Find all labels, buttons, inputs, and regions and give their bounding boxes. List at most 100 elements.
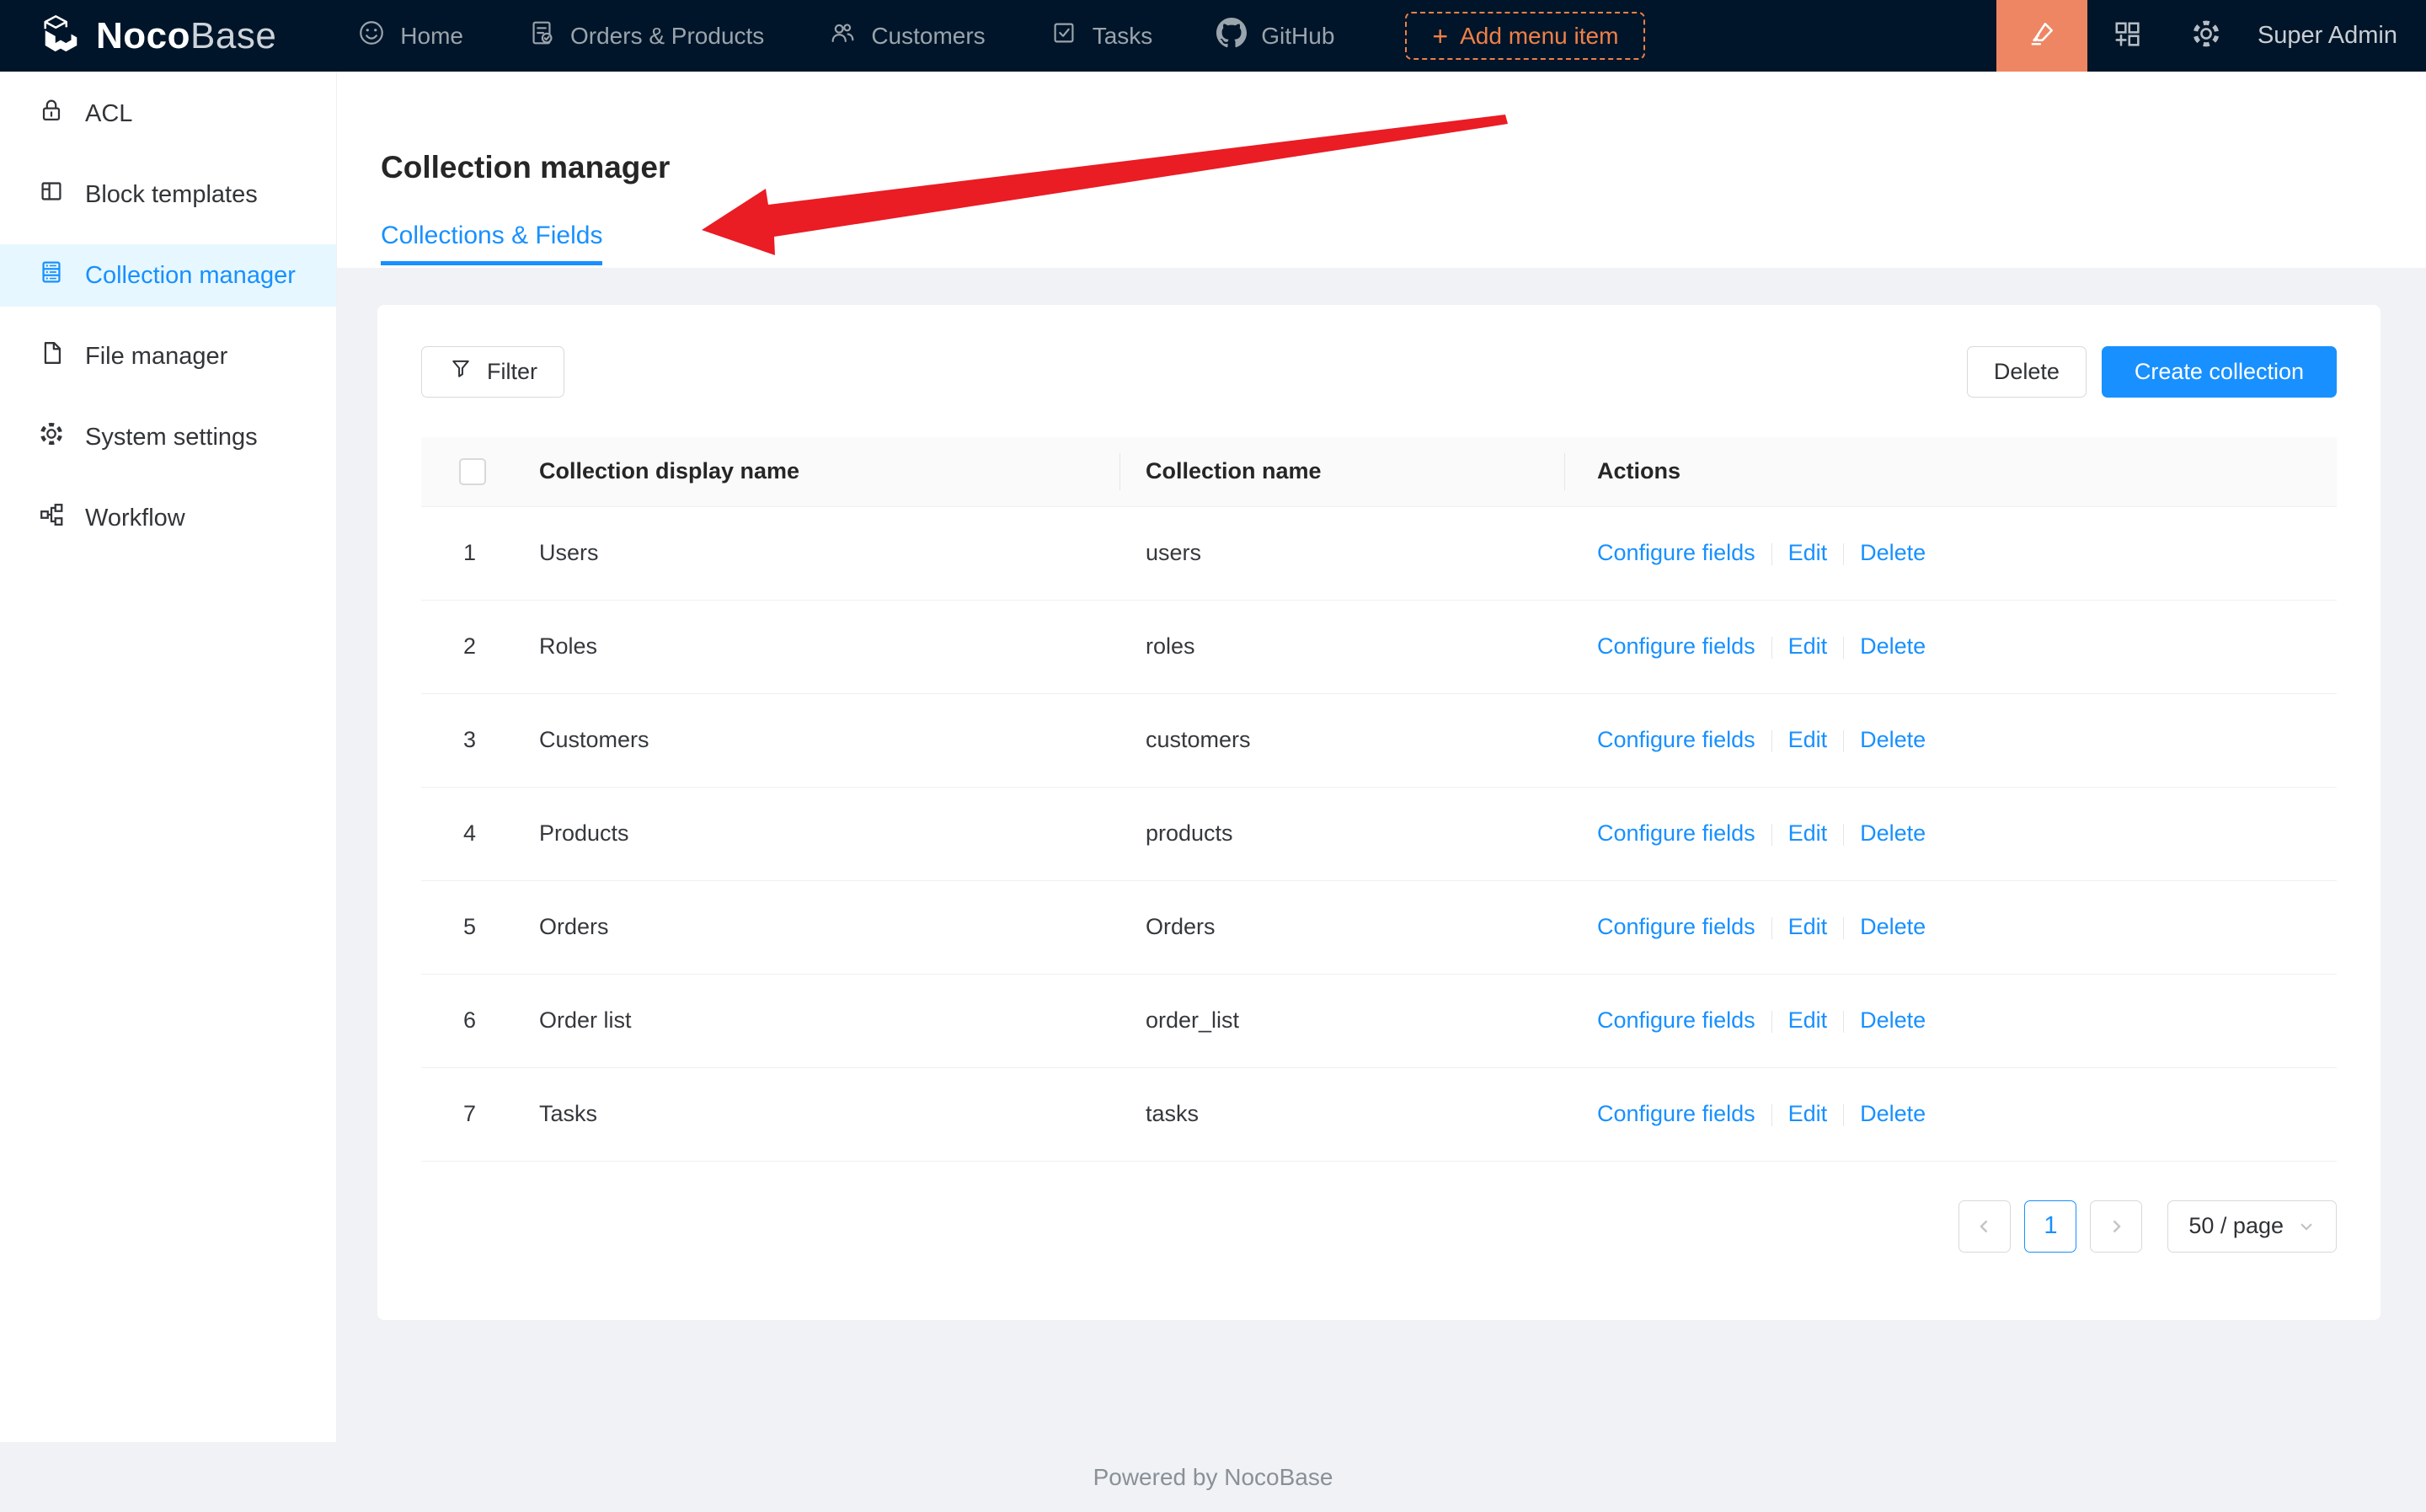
filter-button[interactable]: Filter: [421, 346, 564, 398]
configure-fields-link[interactable]: Configure fields: [1597, 1101, 1755, 1126]
delete-link[interactable]: Delete: [1860, 540, 1926, 565]
column-header-display-name: Collection display name: [539, 437, 1120, 506]
settings-button[interactable]: [2167, 0, 2246, 72]
previous-page-button[interactable]: [1958, 1200, 2011, 1253]
file-icon: [37, 339, 66, 374]
action-divider: [1843, 1011, 1844, 1033]
action-divider: [1771, 1104, 1772, 1126]
action-divider: [1771, 637, 1772, 659]
action-divider: [1843, 1104, 1844, 1126]
action-divider: [1843, 543, 1844, 565]
delete-link[interactable]: Delete: [1860, 1101, 1926, 1126]
plus-icon: +: [1432, 23, 1448, 50]
delete-link[interactable]: Delete: [1860, 727, 1926, 752]
database-icon: [37, 258, 66, 293]
nocobase-logo[interactable]: NocoBase: [0, 0, 325, 72]
plugin-manager-button[interactable]: [2087, 0, 2167, 72]
table-row: 2 Roles roles Configure fieldsEditDelete: [421, 600, 2337, 693]
sidebar-item-acl[interactable]: ACL: [0, 83, 336, 145]
create-collection-label: Create collection: [2135, 359, 2304, 385]
sidebar-item-label: Workflow: [85, 505, 185, 532]
chevron-right-icon: [2106, 1216, 2126, 1237]
configure-fields-link[interactable]: Configure fields: [1597, 820, 1755, 846]
menu-item-customers[interactable]: Customers: [796, 0, 1017, 72]
action-divider: [1771, 1011, 1772, 1033]
menu-item-orders-products[interactable]: Orders & Products: [495, 0, 796, 72]
edit-link[interactable]: Edit: [1788, 727, 1828, 752]
action-divider: [1771, 824, 1772, 846]
row-index: 7: [421, 1067, 539, 1161]
action-divider: [1843, 824, 1844, 846]
top-navbar: NocoBase Home: [0, 0, 2426, 72]
configure-fields-link[interactable]: Configure fields: [1597, 633, 1755, 659]
sidebar-item-label: Block templates: [85, 181, 258, 209]
user-menu[interactable]: Super Admin: [2246, 22, 2426, 50]
page-size-select[interactable]: 50 / page: [2167, 1200, 2337, 1253]
delete-link[interactable]: Delete: [1860, 1007, 1926, 1033]
add-menu-item-button[interactable]: + Add menu item: [1405, 12, 1645, 60]
smile-icon: [357, 19, 386, 53]
configure-fields-link[interactable]: Configure fields: [1597, 727, 1755, 752]
create-collection-button[interactable]: Create collection: [2102, 346, 2337, 398]
edit-link[interactable]: Edit: [1788, 820, 1828, 846]
table-toolbar: Filter Delete Create collection: [421, 346, 2337, 398]
menu-item-label: Home: [400, 23, 463, 50]
team-icon: [828, 19, 857, 53]
delete-link[interactable]: Delete: [1860, 914, 1926, 939]
check-square-icon: [1050, 19, 1078, 53]
sidebar-item-label: ACL: [85, 100, 132, 128]
cell-collection-name: tasks: [1120, 1067, 1565, 1161]
action-divider: [1843, 730, 1844, 752]
edit-link[interactable]: Edit: [1788, 633, 1828, 659]
column-header-actions: Actions: [1565, 437, 2337, 506]
table-row: 7 Tasks tasks Configure fieldsEditDelete: [421, 1067, 2337, 1161]
delete-button[interactable]: Delete: [1967, 346, 2087, 398]
sidebar-item-workflow[interactable]: Workflow: [0, 487, 336, 549]
cell-collection-name: order_list: [1120, 974, 1565, 1067]
select-all-checkbox[interactable]: [459, 458, 486, 485]
sidebar-item-label: Collection manager: [85, 262, 296, 290]
page-title: Collection manager: [381, 72, 2426, 186]
gear-icon: [37, 419, 66, 455]
sidebar-item-file-manager[interactable]: File manager: [0, 325, 336, 387]
edit-link[interactable]: Edit: [1788, 540, 1828, 565]
add-menu-item-label: Add menu item: [1460, 23, 1618, 50]
ui-editor-button[interactable]: [1996, 0, 2087, 72]
nocobase-cube-icon: [39, 12, 83, 60]
lock-icon: [37, 96, 66, 131]
cell-display-name: Customers: [539, 693, 1120, 787]
configure-fields-link[interactable]: Configure fields: [1597, 540, 1755, 565]
next-page-button[interactable]: [2090, 1200, 2142, 1253]
sidebar-item-label: System settings: [85, 424, 258, 451]
sidebar-item-collection-manager[interactable]: Collection manager: [0, 244, 336, 307]
edit-link[interactable]: Edit: [1788, 1101, 1828, 1126]
cell-display-name: Products: [539, 787, 1120, 880]
menu-item-home[interactable]: Home: [325, 0, 495, 72]
action-divider: [1843, 917, 1844, 939]
configure-fields-link[interactable]: Configure fields: [1597, 1007, 1755, 1033]
table-row: 6 Order list order_list Configure fields…: [421, 974, 2337, 1067]
delete-link[interactable]: Delete: [1860, 633, 1926, 659]
sidebar-item-block-templates[interactable]: Block templates: [0, 163, 336, 226]
menu-item-tasks[interactable]: Tasks: [1018, 0, 1185, 72]
settings-sidebar: ACL Block templates: [0, 72, 337, 1442]
chevron-down-icon: [2297, 1217, 2316, 1236]
configure-fields-link[interactable]: Configure fields: [1597, 914, 1755, 939]
collections-table: Collection display name Collection name …: [421, 437, 2337, 1162]
delete-link[interactable]: Delete: [1860, 820, 1926, 846]
action-divider: [1771, 917, 1772, 939]
table-row: 5 Orders Orders Configure fieldsEditDele…: [421, 880, 2337, 974]
logo-wordmark: NocoBase: [96, 15, 276, 57]
orders-icon: [527, 19, 556, 53]
menu-item-label: GitHub: [1261, 23, 1334, 50]
page-number-button[interactable]: 1: [2024, 1200, 2076, 1253]
menu-item-label: Customers: [871, 23, 985, 50]
appstore-add-icon: [2110, 17, 2144, 55]
edit-link[interactable]: Edit: [1788, 914, 1828, 939]
row-index: 4: [421, 787, 539, 880]
edit-link[interactable]: Edit: [1788, 1007, 1828, 1033]
menu-item-github[interactable]: GitHub: [1184, 0, 1366, 72]
tab-collections-fields[interactable]: Collections & Fields: [381, 221, 602, 265]
sidebar-item-system-settings[interactable]: System settings: [0, 406, 336, 468]
nocobase-app: NocoBase Home: [0, 0, 2426, 1512]
